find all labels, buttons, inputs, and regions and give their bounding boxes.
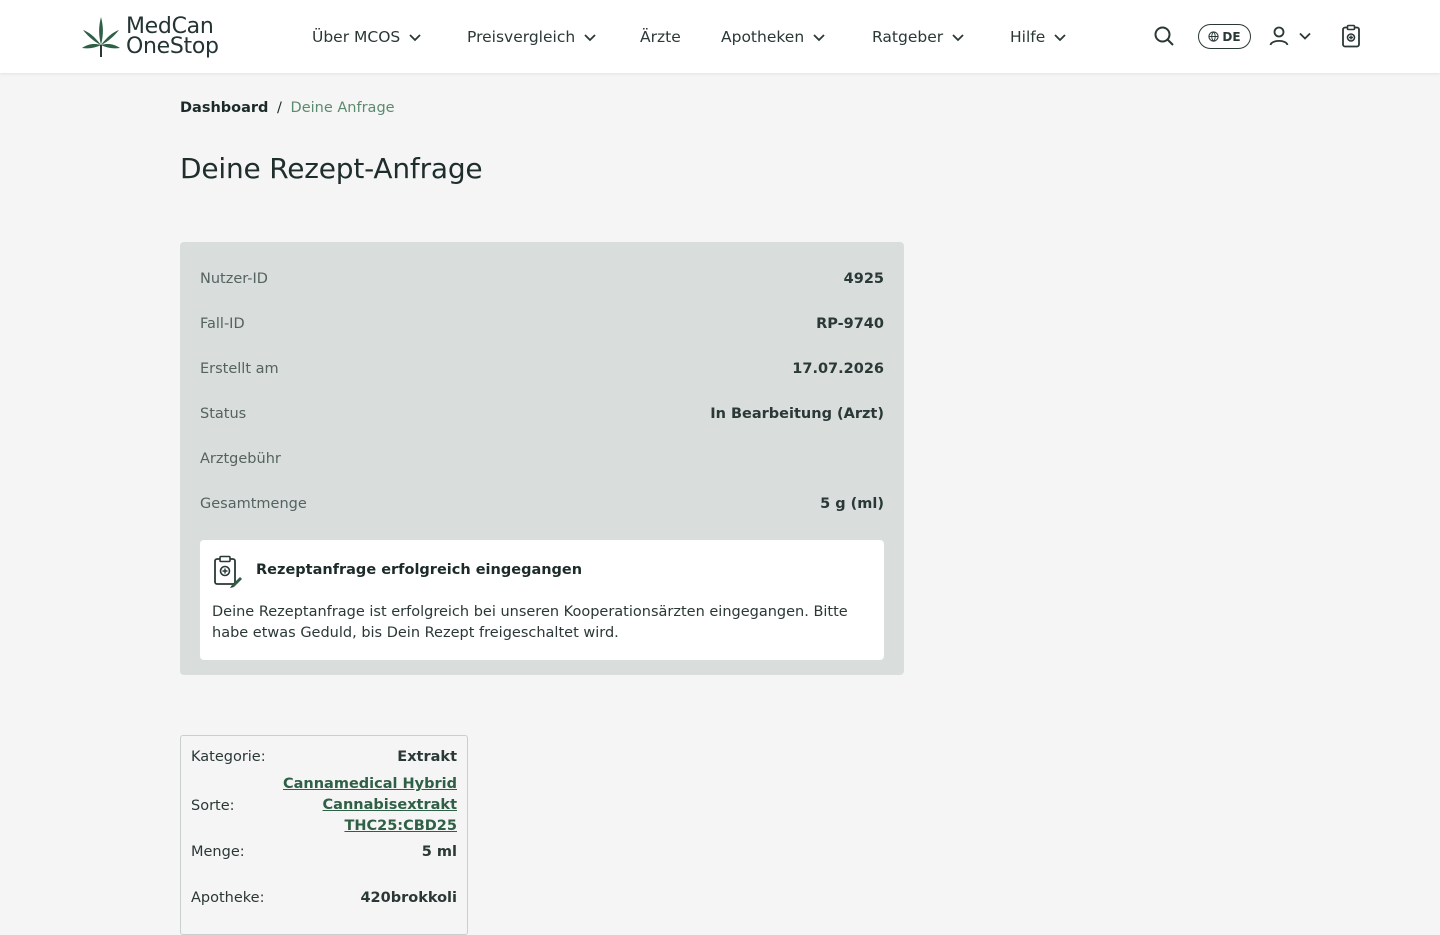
success-notice: Rezeptanfrage erfolgreich eingegangen De…: [200, 540, 884, 660]
product-row-sorte: Sorte: Cannamedical Hybrid Cannabisextra…: [191, 774, 457, 837]
chevron-down-icon: [1054, 34, 1066, 42]
row-label: Apotheke:: [191, 890, 265, 906]
status-value: In Bearbeitung (Arzt): [710, 406, 884, 422]
clipboard-icon[interactable]: [1339, 24, 1363, 48]
notice-text: Deine Rezeptanfrage ist erfolgreich bei …: [212, 604, 848, 641]
row-label: Menge:: [191, 844, 245, 860]
nav-apotheken[interactable]: Apotheken: [721, 24, 826, 50]
nav-ueber-mcos[interactable]: Über MCOS: [312, 24, 422, 50]
nav-preisvergleich[interactable]: Preisvergleich: [467, 24, 597, 50]
row-label: Gesamtmenge: [200, 496, 307, 512]
breadcrumb: Dashboard / Deine Anfrage: [180, 100, 395, 116]
nav-aerzte[interactable]: Ärzte: [640, 24, 681, 50]
summary-row-nutzer-id: Nutzer-ID 4925: [200, 269, 884, 289]
logo-line-2: OneStop: [126, 34, 219, 59]
notice-title: Rezeptanfrage erfolgreich eingegangen: [256, 562, 583, 578]
search-icon[interactable]: [1152, 24, 1176, 48]
product-row-menge: Menge: 5 ml: [191, 844, 457, 860]
summary-row-fall-id: Fall-ID RP-9740: [200, 314, 884, 334]
user-icon[interactable]: [1267, 24, 1291, 48]
chevron-down-icon[interactable]: [1298, 29, 1312, 43]
nav-label: Hilfe: [1010, 28, 1046, 46]
strain-link[interactable]: Cannamedical Hybrid Cannabisextrakt THC2…: [282, 774, 457, 837]
product-row-apotheke: Apotheke: 420brokkoli: [191, 890, 457, 906]
chevron-down-icon: [813, 34, 825, 42]
nav-ratgeber[interactable]: Ratgeber: [872, 24, 965, 50]
nav-label: Über MCOS: [312, 28, 401, 46]
row-label: Sorte:: [191, 797, 235, 814]
site-header: MedCan OneStop Über MCOS Preisvergleich …: [0, 0, 1440, 73]
nav-label: Ärzte: [640, 28, 681, 46]
summary-row-status: Status In Bearbeitung (Arzt): [200, 404, 884, 424]
row-value: 4925: [843, 271, 884, 287]
page-title: Deine Rezept-Anfrage: [180, 152, 483, 185]
row-value: 5 g (ml): [820, 496, 884, 512]
row-label: Kategorie:: [191, 749, 266, 765]
language-switcher[interactable]: DE: [1198, 24, 1251, 49]
summary-row-erstellt-am: Erstellt am 17.07.2026: [200, 359, 884, 379]
row-value: 5 ml: [421, 844, 457, 860]
row-label: Nutzer-ID: [200, 271, 268, 287]
row-label: Status: [200, 406, 247, 422]
request-summary-card: Nutzer-ID 4925 Fall-ID RP-9740 Erstellt …: [180, 242, 904, 675]
chevron-down-icon: [409, 34, 421, 42]
globe-icon: [1208, 31, 1220, 42]
product-row-kategorie: Kategorie: Extrakt: [191, 749, 457, 765]
cannabis-leaf-icon: [82, 17, 120, 57]
pharmacy-value: 420brokkoli: [360, 890, 457, 906]
nav-label: Preisvergleich: [467, 28, 576, 46]
breadcrumb-separator: /: [277, 100, 282, 116]
breadcrumb-dashboard[interactable]: Dashboard: [180, 100, 268, 116]
prescription-clipboard-icon: [214, 555, 242, 588]
chevron-down-icon: [584, 34, 596, 42]
row-value: Extrakt: [397, 749, 457, 765]
logo-text: MedCan OneStop: [126, 16, 219, 59]
chevron-down-icon: [952, 34, 964, 42]
nav-hilfe[interactable]: Hilfe: [1010, 24, 1067, 50]
row-label: Erstellt am: [200, 361, 279, 377]
product-card: Kategorie: Extrakt Sorte: Cannamedical H…: [180, 735, 468, 935]
row-value: 17.07.2026: [792, 361, 884, 377]
summary-row-gesamtmenge: Gesamtmenge 5 g (ml): [200, 494, 884, 514]
nav-label: Apotheken: [721, 28, 805, 46]
language-label: DE: [1222, 29, 1241, 44]
logo[interactable]: MedCan OneStop: [80, 12, 219, 62]
row-label: Arztgebühr: [200, 451, 281, 467]
row-label: Fall-ID: [200, 316, 245, 332]
breadcrumb-current: Deine Anfrage: [290, 100, 395, 116]
summary-row-arztgebuehr: Arztgebühr: [200, 449, 884, 469]
nav-label: Ratgeber: [872, 28, 944, 46]
row-value: RP-9740: [816, 316, 884, 332]
